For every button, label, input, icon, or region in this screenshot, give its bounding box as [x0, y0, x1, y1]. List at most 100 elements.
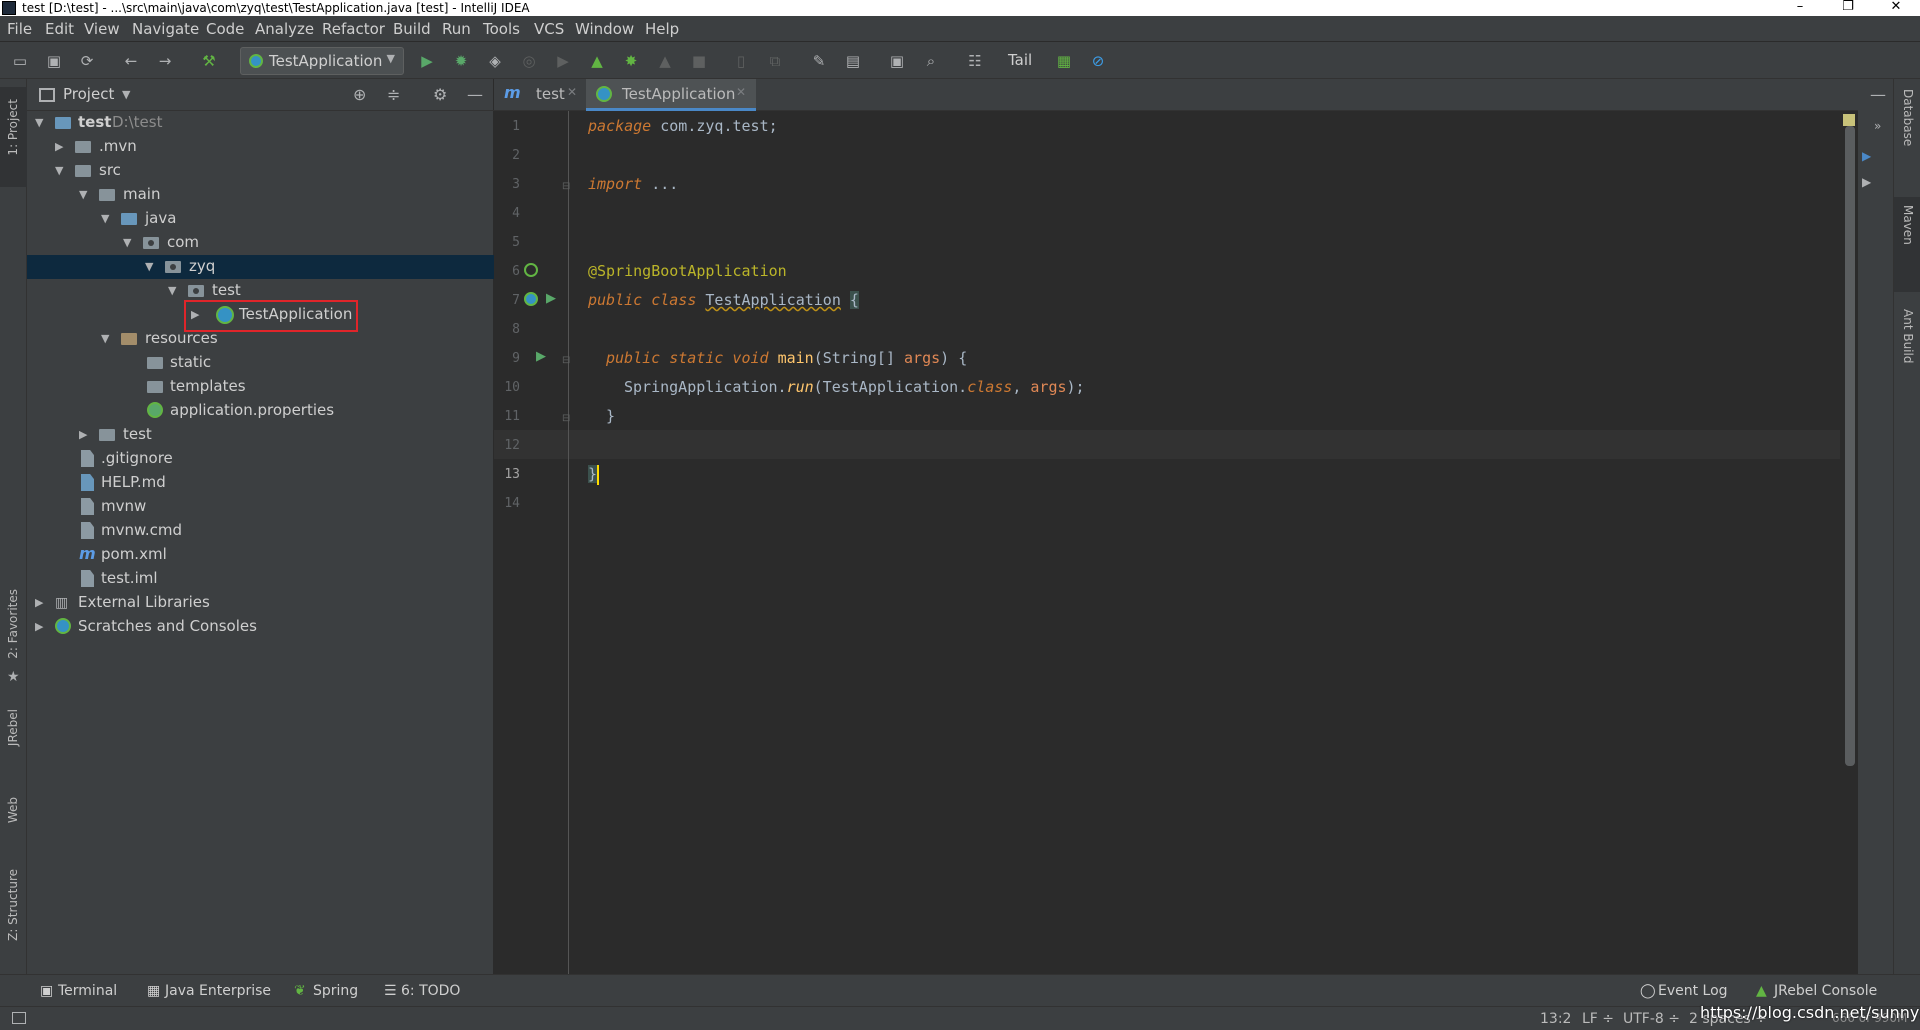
tab-test-pom[interactable]: m test ✕: [494, 79, 584, 111]
minimize-button[interactable]: –: [1780, 0, 1820, 16]
stop-icon[interactable]: ■: [689, 51, 709, 71]
menu-code[interactable]: Code: [206, 20, 244, 38]
tree-item[interactable]: ▶ .mvn: [27, 135, 494, 159]
power-save-icon[interactable]: ⊘: [1088, 51, 1108, 71]
coverage-icon[interactable]: ◈: [485, 51, 505, 71]
terminal-icon[interactable]: ▣: [887, 51, 907, 71]
layout-toggle-icon[interactable]: [12, 1012, 26, 1024]
caret-position[interactable]: 13:2: [1540, 1011, 1571, 1027]
menu-refactor[interactable]: Refactor: [322, 20, 385, 38]
tree-item[interactable]: m pom.xml: [27, 543, 494, 567]
editor-scrollbar[interactable]: [1840, 111, 1858, 974]
tool-project-tab[interactable]: 1: Project: [0, 87, 27, 187]
menu-view[interactable]: View: [84, 20, 120, 38]
forward-icon[interactable]: →: [155, 51, 175, 71]
gear-icon[interactable]: ⚙: [433, 85, 447, 104]
tree-item[interactable]: mvnw.cmd: [27, 519, 494, 543]
line-separator[interactable]: LF ÷: [1582, 1011, 1614, 1027]
tool-java-enterprise[interactable]: Java Enterprise: [165, 983, 271, 999]
run-disabled-icon[interactable]: ▶: [553, 51, 573, 71]
tool-database-label[interactable]: Database: [1901, 89, 1915, 146]
menu-vcs[interactable]: VCS: [534, 20, 564, 38]
tool-ant-label[interactable]: Ant Build: [1901, 309, 1915, 363]
tree-item[interactable]: ▶ test: [27, 423, 494, 447]
close-icon[interactable]: ✕: [736, 85, 746, 99]
tree-item[interactable]: templates: [27, 375, 494, 399]
tool-web-label[interactable]: Web: [6, 797, 20, 823]
tool-todo[interactable]: 6: TODO: [401, 983, 460, 999]
tree-item[interactable]: ▶ Scratches and Consoles: [27, 615, 494, 639]
menu-edit[interactable]: Edit: [45, 20, 74, 38]
project-structure-icon[interactable]: ▤: [843, 51, 863, 71]
vcs-icon[interactable]: ⧉: [765, 51, 785, 71]
restore-button[interactable]: ❐: [1828, 0, 1868, 16]
tool-spring[interactable]: Spring: [313, 983, 358, 999]
tree-item[interactable]: ▼ src: [27, 159, 494, 183]
menu-build[interactable]: Build: [393, 20, 431, 38]
menu-navigate[interactable]: Navigate: [132, 20, 199, 38]
run-gutter-icon[interactable]: ▶: [546, 291, 556, 306]
tree-item[interactable]: test.iml: [27, 567, 494, 591]
jrebel-run-icon[interactable]: ▲: [587, 51, 607, 71]
run-icon[interactable]: ▶: [1862, 175, 1871, 189]
monitor-icon[interactable]: ▦: [1054, 51, 1074, 71]
expand-arrows-icon[interactable]: »: [1874, 119, 1881, 133]
menu-analyze[interactable]: Analyze: [255, 20, 314, 38]
tree-item[interactable]: ▼ test D:\test: [27, 111, 494, 135]
menu-file[interactable]: File: [7, 20, 32, 38]
sync-icon[interactable]: ⟳: [77, 51, 97, 71]
tree-item[interactable]: application.properties: [27, 399, 494, 423]
spring-bean-gutter-icon[interactable]: [524, 263, 538, 277]
tool-favorites-label[interactable]: 2: Favorites: [6, 589, 20, 659]
tree-item[interactable]: mvnw: [27, 495, 494, 519]
tab-test-application[interactable]: TestApplication ✕: [586, 79, 756, 111]
code-editor[interactable]: package com.zyq.test; import ... @Spring…: [570, 111, 1840, 974]
project-panel-title[interactable]: Project: [63, 85, 114, 103]
run-gutter-icon[interactable]: ▶: [536, 349, 546, 364]
hide-minus-icon[interactable]: —: [467, 85, 483, 104]
tool-maven-tab[interactable]: Maven: [1894, 197, 1920, 292]
tool-terminal[interactable]: Terminal: [58, 983, 117, 999]
tool-event-log[interactable]: Event Log: [1658, 983, 1728, 999]
settings-wrench-icon[interactable]: ✎: [809, 51, 829, 71]
close-icon[interactable]: ✕: [567, 85, 577, 99]
run-icon[interactable]: ▶: [1862, 149, 1871, 163]
jrebel-debug-icon[interactable]: ✸: [621, 51, 641, 71]
tree-item[interactable]: ▼ java: [27, 207, 494, 231]
build-hammer-icon[interactable]: ⚒: [199, 51, 219, 71]
hide-minus-icon[interactable]: —: [1870, 85, 1886, 104]
tool-jrebel-label[interactable]: JRebel: [6, 709, 20, 746]
menu-tools[interactable]: Tools: [483, 20, 520, 38]
tree-item[interactable]: ▼ com: [27, 231, 494, 255]
file-encoding[interactable]: UTF-8 ÷: [1623, 1011, 1680, 1027]
tree-item[interactable]: .gitignore: [27, 447, 494, 471]
profile-icon[interactable]: ◎: [519, 51, 539, 71]
run-configuration-dropdown[interactable]: TestApplication ▼: [240, 47, 404, 75]
inspection-status-icon[interactable]: [1843, 114, 1855, 126]
tree-item[interactable]: static: [27, 351, 494, 375]
chevron-down-icon[interactable]: ▼: [122, 88, 130, 101]
tail-button[interactable]: Tail: [1008, 51, 1032, 69]
attach-icon[interactable]: ▯: [731, 51, 751, 71]
tree-item-selected[interactable]: ▼ zyq: [27, 255, 494, 279]
menu-window[interactable]: Window: [575, 20, 634, 38]
save-icon[interactable]: ▣: [44, 51, 64, 71]
debug-icon[interactable]: ✹: [451, 51, 471, 71]
collapse-all-icon[interactable]: ≑: [387, 85, 400, 104]
tool-jrebel-console[interactable]: JRebel Console: [1774, 983, 1877, 999]
tree-item[interactable]: HELP.md: [27, 471, 494, 495]
locate-crosshair-icon[interactable]: ⊕: [353, 85, 366, 104]
back-icon[interactable]: ←: [121, 51, 141, 71]
jrebel-disabled-icon[interactable]: ▲: [655, 51, 675, 71]
spring-boot-gutter-icon[interactable]: [524, 292, 538, 306]
search-icon[interactable]: ⌕: [921, 51, 941, 71]
run-icon[interactable]: ▶: [417, 51, 437, 71]
scrollbar-thumb[interactable]: [1845, 126, 1855, 766]
tasks-icon[interactable]: ☷: [965, 51, 985, 71]
close-button[interactable]: ✕: [1876, 0, 1916, 16]
menu-help[interactable]: Help: [645, 20, 679, 38]
menu-run[interactable]: Run: [442, 20, 471, 38]
open-folder-icon[interactable]: ▭: [10, 51, 30, 71]
tree-item[interactable]: ▶ ▥ External Libraries: [27, 591, 494, 615]
tool-structure-label[interactable]: Z: Structure: [6, 869, 20, 941]
